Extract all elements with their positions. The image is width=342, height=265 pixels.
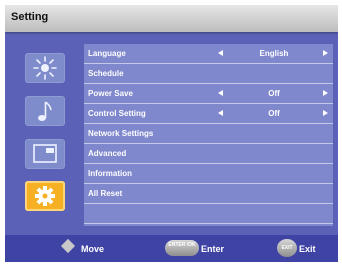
menu-item-label: Information xyxy=(88,169,132,178)
move-arrows-icon xyxy=(60,238,76,254)
music-note-icon xyxy=(38,101,52,121)
menu-item-power-save[interactable]: Power Save Off xyxy=(84,84,333,104)
category-sidebar xyxy=(17,47,69,225)
menu-item-network-settings[interactable]: Network Settings xyxy=(84,124,333,144)
arrow-right-icon[interactable] xyxy=(323,110,328,116)
arrow-left-icon[interactable] xyxy=(218,50,223,56)
arrow-left-icon[interactable] xyxy=(218,110,223,116)
menu-item-language[interactable]: Language English xyxy=(84,44,333,64)
menu-item-schedule[interactable]: Schedule xyxy=(84,64,333,84)
menu-item-value: Off xyxy=(268,89,280,98)
screen-icon xyxy=(33,144,57,163)
menu-item-empty xyxy=(84,204,333,224)
menu-item-label: Schedule xyxy=(88,69,124,78)
menu-item-label: Power Save xyxy=(88,89,133,98)
menu-item-label: Language xyxy=(88,49,126,58)
exit-button-text: EXIT xyxy=(281,245,293,251)
move-hint-label: Move xyxy=(81,244,105,254)
menu-item-advanced[interactable]: Advanced xyxy=(84,144,333,164)
menu-item-value: English xyxy=(259,49,289,58)
gear-icon xyxy=(35,186,55,206)
settings-osd: Setting Language English Schedule Power … xyxy=(5,5,338,262)
arrow-left-icon[interactable] xyxy=(218,90,223,96)
sidebar-item-sound[interactable] xyxy=(25,96,65,126)
sidebar-item-picture[interactable] xyxy=(25,53,65,83)
arrow-right-icon[interactable] xyxy=(323,50,328,56)
menu-item-label: Control Setting xyxy=(88,109,146,118)
title-bar: Setting xyxy=(5,5,338,32)
sidebar-item-setting[interactable] xyxy=(25,181,65,211)
page-title: Setting xyxy=(11,11,49,23)
enter-button-text: ENTER /OK xyxy=(168,242,196,248)
menu-item-label: All Reset xyxy=(88,189,123,198)
exit-hint-label: Exit xyxy=(299,244,316,254)
settings-menu: Language English Schedule Power Save Off… xyxy=(84,44,333,226)
menu-item-label: Network Settings xyxy=(88,129,154,138)
arrow-right-icon[interactable] xyxy=(323,90,328,96)
menu-item-all-reset[interactable]: All Reset xyxy=(84,184,333,204)
menu-item-value: Off xyxy=(268,109,280,118)
sidebar-item-screen[interactable] xyxy=(25,139,65,169)
enter-hint-label: Enter xyxy=(201,244,225,254)
exit-button-icon[interactable]: EXIT xyxy=(277,239,297,257)
brightness-icon xyxy=(33,56,57,80)
menu-item-label: Advanced xyxy=(88,149,127,158)
menu-item-control-setting[interactable]: Control Setting Off xyxy=(84,104,333,124)
enter-button-icon[interactable]: ENTER /OK xyxy=(165,240,199,256)
key-guide-bar: Move ENTER /OK Enter EXIT Exit xyxy=(5,235,338,262)
menu-item-information[interactable]: Information xyxy=(84,164,333,184)
